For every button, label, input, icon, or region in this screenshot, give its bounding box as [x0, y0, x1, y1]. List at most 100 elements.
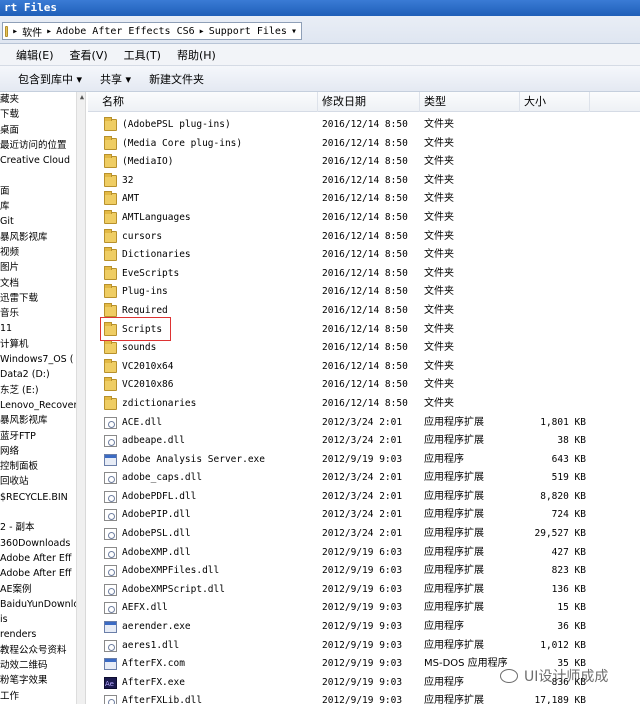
nav-item[interactable]: 东芝 (E:) [0, 383, 85, 398]
breadcrumb-software[interactable]: 软件 [22, 24, 42, 39]
file-row[interactable]: AEFX.dll 2012/9/19 9:03 应用程序扩展 15 KB [88, 599, 640, 618]
nav-item[interactable]: 暴风影视库 [0, 230, 85, 245]
address-bar[interactable]: ▸ 软件 ▸ Adobe After Effects CS6 ▸ Support… [2, 22, 302, 40]
nav-item[interactable]: 网络 [0, 444, 85, 459]
file-name: AdobeXMPFiles.dll [122, 565, 220, 577]
file-size: 724 KB [551, 509, 586, 521]
nav-item[interactable] [0, 168, 85, 183]
file-row[interactable]: (Media Core plug-ins) 2016/12/14 8:50 文件夹 [88, 135, 640, 154]
address-chevron-icon[interactable]: ▸ [12, 26, 18, 37]
nav-item[interactable]: Adobe After Eff [0, 551, 85, 566]
nav-item[interactable]: 文档 [0, 276, 85, 291]
menu-help[interactable]: 帮助(H) [177, 47, 216, 63]
file-row[interactable]: AdobeXMP.dll 2012/9/19 6:03 应用程序扩展 427 KB [88, 544, 640, 563]
file-size: 1,801 KB [540, 416, 586, 428]
file-row[interactable]: zdictionaries 2016/12/14 8:50 文件夹 [88, 395, 640, 414]
nav-item[interactable]: renders [0, 627, 85, 642]
file-type: 应用程序 [424, 453, 464, 465]
file-date: 2012/9/19 9:03 [322, 695, 403, 704]
file-row[interactable]: AdobeXMPScript.dll 2012/9/19 6:03 应用程序扩展 13… [88, 581, 640, 600]
nav-item[interactable]: 360Downloads [0, 536, 85, 551]
file-row[interactable]: VC2010x86 2016/12/14 8:50 文件夹 [88, 376, 640, 395]
nav-item[interactable]: 最近访问的位置 [0, 138, 85, 153]
file-row[interactable]: EveScripts 2016/12/14 8:50 文件夹 [88, 265, 640, 284]
column-header-type[interactable]: 类型 [420, 92, 520, 112]
new-folder-button[interactable]: 新建文件夹 [149, 71, 204, 87]
nav-item[interactable]: 视频 [0, 245, 85, 260]
address-chevron-icon[interactable]: ▸ [46, 26, 52, 37]
file-row[interactable]: ACE.dll 2012/3/24 2:01 应用程序扩展 1,801 KB [88, 414, 640, 433]
file-row[interactable]: Adobe Analysis Server.exe 2012/9/19 9:03 应… [88, 451, 640, 470]
file-row[interactable]: adbeape.dll 2012/3/24 2:01 应用程序扩展 38 KB [88, 432, 640, 451]
nav-item[interactable]: 图片 [0, 260, 85, 275]
nav-item[interactable]: 暴风影视库 [0, 413, 85, 428]
folder-icon [104, 247, 117, 262]
nav-item[interactable]: 面 [0, 184, 85, 199]
nav-item[interactable]: AE案例 [0, 582, 85, 597]
share-button[interactable]: 共享 ▾ [100, 71, 131, 87]
column-header-size[interactable]: 大小 [520, 92, 590, 112]
scroll-up-icon[interactable]: ▲ [77, 92, 85, 102]
nav-item[interactable]: 音乐 [0, 306, 85, 321]
file-row[interactable]: cursors 2016/12/14 8:50 文件夹 [88, 228, 640, 247]
column-header-name[interactable]: 名称 [98, 92, 318, 112]
nav-item[interactable]: BaiduYunDownloa [0, 597, 85, 612]
nav-item[interactable]: 控制面板 [0, 459, 85, 474]
file-row[interactable]: adobe_caps.dll 2012/3/24 2:01 应用程序扩展 519 KB [88, 469, 640, 488]
file-row[interactable]: AdobePSL.dll 2012/3/24 2:01 应用程序扩展 29,527 K… [88, 525, 640, 544]
file-date: 2012/9/19 9:03 [322, 639, 403, 651]
file-row[interactable]: aerender.exe 2012/9/19 9:03 应用程序 36 KB [88, 618, 640, 637]
address-dropdown-icon[interactable]: ▾ [291, 26, 297, 37]
file-row[interactable]: Dictionaries 2016/12/14 8:50 文件夹 [88, 246, 640, 265]
nav-item[interactable]: 回收站 [0, 474, 85, 489]
nav-item[interactable]: Lenovo_Recover [0, 398, 85, 413]
nav-item[interactable]: 桌面 [0, 123, 85, 138]
file-row[interactable]: (MediaIO) 2016/12/14 8:50 文件夹 [88, 153, 640, 172]
nav-scrollbar[interactable]: ▲ [76, 92, 85, 704]
file-row[interactable]: AMT 2016/12/14 8:50 文件夹 [88, 190, 640, 209]
nav-item[interactable]: Creative Cloud [0, 153, 85, 168]
nav-item[interactable]: Adobe After Eff [0, 566, 85, 581]
menu-edit[interactable]: 编辑(E) [16, 47, 54, 63]
file-row[interactable]: sounds 2016/12/14 8:50 文件夹 [88, 339, 640, 358]
nav-item[interactable]: 库 [0, 199, 85, 214]
column-header-date[interactable]: 修改日期 [318, 92, 420, 112]
file-row[interactable]: 32 2016/12/14 8:50 文件夹 [88, 172, 640, 191]
nav-item[interactable]: 工作 [0, 689, 85, 704]
folder-icon [104, 209, 117, 224]
nav-item[interactable]: 藏夹 [0, 92, 85, 107]
nav-item[interactable]: 下载 [0, 107, 85, 122]
file-row[interactable]: AMTLanguages 2016/12/14 8:50 文件夹 [88, 209, 640, 228]
nav-item[interactable]: 教程公众号资料 [0, 643, 85, 658]
file-date: 2016/12/14 8:50 [322, 211, 408, 223]
nav-item[interactable]: is [0, 612, 85, 627]
nav-item[interactable]: 粉笔字效果 [0, 673, 85, 688]
file-row[interactable]: AdobePDFL.dll 2012/3/24 2:01 应用程序扩展 8,820 K… [88, 488, 640, 507]
file-row[interactable]: AdobePIP.dll 2012/3/24 2:01 应用程序扩展 724 KB [88, 506, 640, 525]
nav-item[interactable]: Windows7_OS ( [0, 352, 85, 367]
nav-item[interactable]: Data2 (D:) [0, 367, 85, 382]
menu-tools[interactable]: 工具(T) [124, 47, 161, 63]
file-row[interactable]: AdobeXMPFiles.dll 2012/9/19 6:03 应用程序扩展 823… [88, 562, 640, 581]
nav-item[interactable]: Git [0, 214, 85, 229]
breadcrumb-after-effects[interactable]: Adobe After Effects CS6 [56, 26, 194, 37]
nav-item[interactable] [0, 505, 85, 520]
menu-view[interactable]: 查看(V) [70, 47, 108, 63]
nav-item[interactable]: 计算机 [0, 337, 85, 352]
file-name: AdobeXMPScript.dll [122, 583, 225, 595]
file-name: Plug-ins [122, 286, 168, 298]
file-row[interactable]: (AdobePSL plug-ins) 2016/12/14 8:50 文件夹 [88, 116, 640, 135]
file-row[interactable]: AfterFXLib.dll 2012/9/19 9:03 应用程序扩展 17,189… [88, 692, 640, 704]
nav-item[interactable]: 2 - 副本 [0, 520, 85, 535]
file-row[interactable]: aeres1.dll 2012/9/19 9:03 应用程序扩展 1,012 KB [88, 637, 640, 656]
nav-item[interactable]: 11 [0, 321, 85, 336]
file-row[interactable]: VC2010x64 2016/12/14 8:50 文件夹 [88, 358, 640, 377]
include-in-library-button[interactable]: 包含到库中 ▾ [18, 71, 82, 87]
address-chevron-icon[interactable]: ▸ [199, 26, 205, 37]
nav-item[interactable]: $RECYCLE.BIN [0, 490, 85, 505]
nav-item[interactable]: 动效二维码 [0, 658, 85, 673]
nav-item[interactable]: 迅雷下载 [0, 291, 85, 306]
nav-item[interactable]: 蓝牙FTP [0, 429, 85, 444]
breadcrumb-support-files[interactable]: Support Files [209, 26, 287, 37]
file-row[interactable]: Plug-ins 2016/12/14 8:50 文件夹 [88, 283, 640, 302]
